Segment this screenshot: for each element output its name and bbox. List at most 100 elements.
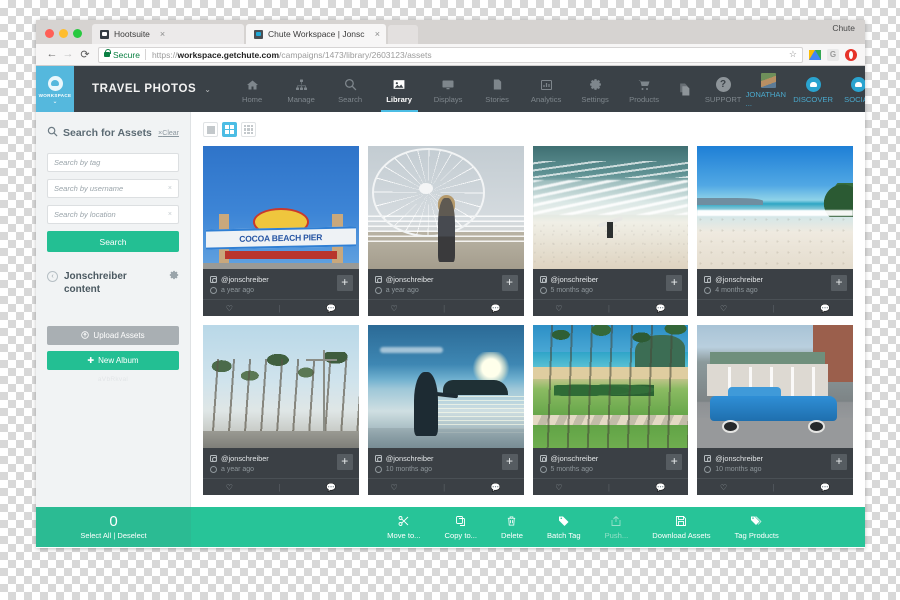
comment-icon[interactable]: 💬 [656, 304, 666, 313]
forward-icon[interactable]: → [60, 49, 76, 60]
heart-icon[interactable]: ♡ [226, 483, 233, 492]
browser-tab-hootsuite[interactable]: Hootsuite × [92, 24, 244, 44]
search-by-username-input[interactable]: Search by username × [47, 179, 179, 198]
nav-item-home[interactable]: Home [228, 66, 277, 112]
add-asset-button[interactable]: + [831, 275, 847, 291]
asset-thumbnail[interactable] [367, 325, 524, 448]
asset-thumbnail[interactable] [203, 325, 359, 448]
asset-card[interactable]: @jonschreiber 10 months ago + ♡ | 💬 [697, 325, 853, 495]
nav-item-analytics[interactable]: Analytics [522, 66, 571, 112]
asset-thumbnail[interactable] [532, 325, 689, 448]
browser-profile-name[interactable]: Chute [832, 23, 855, 33]
gear-icon[interactable] [169, 270, 179, 283]
clear-field-icon[interactable]: × [168, 185, 172, 192]
close-icon[interactable]: × [375, 29, 380, 39]
add-asset-button[interactable]: + [666, 275, 683, 291]
asset-thumbnail[interactable]: COCOA BEACH PIER [203, 146, 359, 269]
close-window-button[interactable] [45, 29, 54, 38]
search-by-tag-input[interactable]: Search by tag [47, 153, 179, 172]
new-tab-button[interactable] [388, 25, 418, 44]
nav-item-social[interactable]: SOCIAL [836, 66, 865, 112]
heart-icon[interactable]: ♡ [555, 483, 562, 492]
copy-to-button[interactable]: Copy to... [445, 515, 477, 540]
heart-icon[interactable]: ♡ [555, 304, 562, 313]
google-drive-icon[interactable] [809, 49, 821, 60]
asset-thumbnail[interactable] [697, 325, 853, 448]
comment-icon[interactable]: 💬 [820, 304, 830, 313]
asset-card[interactable]: @jonschreiber 5 months ago + ♡ | 💬 [532, 146, 689, 316]
minimize-window-button[interactable] [59, 29, 68, 38]
clear-field-icon[interactable]: × [168, 211, 172, 218]
add-asset-button[interactable]: + [501, 275, 518, 291]
clear-search-link[interactable]: ×Clear [158, 130, 179, 137]
download-assets-button[interactable]: Download Assets [652, 515, 711, 540]
move-to-button[interactable]: Move to... [387, 515, 421, 540]
tag-products-button[interactable]: Tag Products [735, 515, 779, 540]
campaign-selector[interactable]: TRAVEL PHOTOS ⌄ [74, 66, 228, 112]
nav-item-support[interactable]: ? SUPPORT [701, 66, 746, 112]
asset-thumbnail[interactable] [697, 146, 853, 269]
opera-icon[interactable] [845, 48, 857, 61]
nav-item-settings[interactable]: Settings [571, 66, 620, 112]
close-icon[interactable]: × [160, 29, 165, 39]
heart-icon[interactable]: ♡ [391, 304, 398, 313]
tags-icon [750, 515, 763, 528]
bookmark-star-icon[interactable]: ☆ [783, 49, 797, 60]
url-input[interactable]: Secure https:// workspace.getchute.com /… [98, 46, 803, 63]
upload-assets-button[interactable]: Upload Assets [47, 326, 179, 345]
heart-icon[interactable]: ♡ [720, 304, 727, 313]
asset-thumbnail[interactable] [367, 146, 524, 269]
grammarly-icon[interactable]: G [827, 48, 839, 61]
single-square-icon[interactable] [203, 122, 218, 137]
four-square-grid-icon[interactable] [222, 122, 237, 137]
clock-icon [374, 287, 382, 294]
comment-icon[interactable]: 💬 [491, 304, 501, 313]
add-asset-button[interactable]: + [501, 454, 518, 470]
comment-icon[interactable]: 💬 [491, 483, 501, 492]
back-icon[interactable]: ← [44, 49, 60, 60]
asset-card[interactable]: COCOA BEACH PIER @jonschreiber a year ag… [203, 146, 359, 316]
nav-item-user[interactable]: JONATHAN ... [746, 66, 791, 112]
comment-icon[interactable]: 💬 [326, 483, 336, 492]
asset-card[interactable]: @jonschreiber 4 months ago + ♡ | 💬 [697, 146, 853, 316]
nav-item-manage[interactable]: Manage [277, 66, 326, 112]
browser-tab-chute-workspace[interactable]: Chute Workspace | Jonschreib × [246, 24, 386, 44]
asset-timestamp: 4 months ago [715, 287, 758, 294]
nav-item-discover[interactable]: DISCOVER [791, 66, 836, 112]
asset-thumbnail[interactable] [532, 146, 689, 269]
nav-item-displays[interactable]: Displays [424, 66, 473, 112]
heart-icon[interactable]: ♡ [720, 483, 727, 492]
back-arrow-icon[interactable]: ‹ [47, 271, 58, 282]
nav-item-search[interactable]: Search [326, 66, 375, 112]
add-asset-button[interactable]: + [666, 454, 683, 470]
search-submit-button[interactable]: Search [47, 231, 179, 252]
maximize-window-button[interactable] [73, 29, 82, 38]
add-asset-button[interactable]: + [336, 454, 353, 470]
copy-icon[interactable] [669, 66, 701, 112]
asset-username: @jonschreiber [221, 275, 269, 284]
asset-card[interactable]: @jonschreiber a year ago + ♡ | 💬 [203, 325, 359, 495]
comment-icon[interactable]: 💬 [656, 483, 666, 492]
reload-icon[interactable]: ⟳ [76, 48, 94, 61]
add-asset-button[interactable]: + [336, 275, 353, 291]
comment-icon[interactable]: 💬 [326, 304, 336, 313]
heart-icon[interactable]: ♡ [391, 483, 398, 492]
delete-button[interactable]: Delete [501, 515, 523, 540]
search-by-location-input[interactable]: Search by location × [47, 205, 179, 224]
add-asset-button[interactable]: + [831, 454, 847, 470]
heart-icon[interactable]: ♡ [226, 304, 233, 313]
nav-item-stories[interactable]: Stories [473, 66, 522, 112]
comment-icon[interactable]: 💬 [820, 483, 830, 492]
select-all-link[interactable]: Select All [80, 531, 111, 540]
new-album-button[interactable]: ✚ New Album [47, 351, 179, 370]
batch-tag-button[interactable]: Batch Tag [547, 515, 581, 540]
asset-card[interactable]: @jonschreiber 5 months ago + ♡ | 💬 [532, 325, 689, 495]
nine-square-grid-icon[interactable] [241, 122, 256, 137]
deselect-link[interactable]: Deselect [117, 531, 146, 540]
workspace-switcher[interactable]: WORKSPACE ⌄ [36, 66, 74, 112]
nav-item-products[interactable]: Products [620, 66, 669, 112]
push-button[interactable]: Push... [605, 515, 628, 540]
asset-card[interactable]: @jonschreiber 10 months ago + ♡ | 💬 [367, 325, 524, 495]
nav-item-library[interactable]: Library [375, 66, 424, 112]
asset-card[interactable]: @jonschreiber a year ago + ♡ | 💬 [367, 146, 524, 316]
